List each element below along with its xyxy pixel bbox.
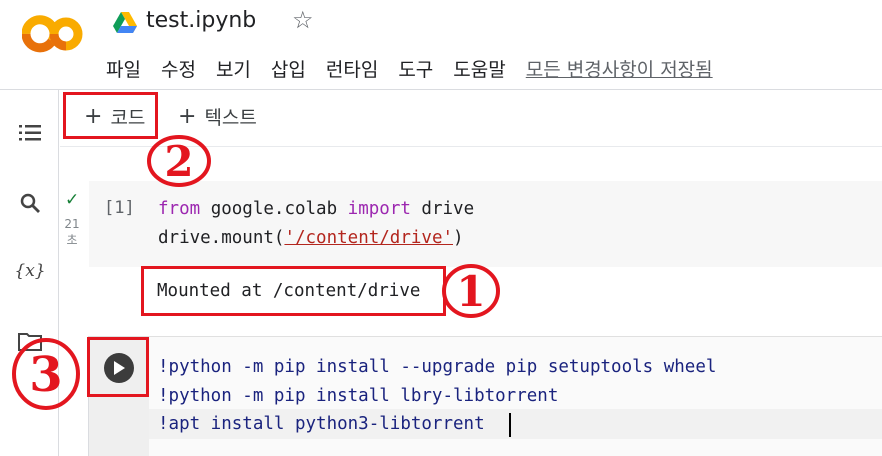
annotation-box-output	[141, 266, 446, 316]
keyword-from: from	[158, 199, 201, 219]
search-icon[interactable]	[17, 190, 43, 216]
cell2-code-line-2[interactable]: !python -m pip install lbry-libtorrent	[158, 382, 558, 411]
text-cursor	[509, 413, 511, 437]
variables-icon[interactable]: {x}	[14, 258, 45, 284]
star-icon[interactable]: ☆	[292, 6, 314, 34]
menu-help[interactable]: 도움말	[453, 55, 505, 81]
cell1-code-line-1[interactable]: from google.colab import drive	[158, 195, 474, 224]
header-divider	[0, 89, 882, 90]
annotation-box-add-code	[63, 92, 158, 139]
annotation-number-1: 1	[442, 264, 500, 318]
import-name: drive	[410, 199, 475, 219]
annotation-label-1: 1	[456, 267, 485, 316]
call-suffix: )	[453, 228, 464, 248]
annotation-box-run	[87, 337, 149, 397]
annotation-number-3: 3	[12, 338, 80, 410]
cell2-code-line-3[interactable]: !apt install python3-libtorrent	[158, 410, 485, 439]
keyword-import: import	[347, 199, 411, 219]
add-text-button[interactable]: + 텍스트	[178, 100, 257, 132]
plus-icon: +	[178, 103, 197, 129]
annotation-number-2: 2	[147, 135, 211, 187]
table-of-contents-icon[interactable]	[17, 120, 43, 146]
menu-view[interactable]: 보기	[216, 55, 251, 81]
execution-time-value: 21	[64, 217, 80, 231]
cell2-code-line-1[interactable]: !python -m pip install --upgrade pip set…	[158, 353, 716, 382]
execution-time: 21 초	[63, 216, 81, 248]
menu-file[interactable]: 파일	[106, 55, 141, 81]
cell1-code-line-2[interactable]: drive.mount('/content/drive')	[158, 224, 464, 253]
colab-logo[interactable]	[21, 14, 84, 54]
menu-bar: 파일 수정 보기 삽입 런타임 도구 도움말 모든 변경사항이 저장됨	[106, 55, 713, 81]
menu-edit[interactable]: 수정	[161, 55, 196, 81]
execution-count: [1]	[104, 198, 135, 218]
add-text-label: 텍스트	[204, 106, 257, 129]
module-name: google.colab	[200, 199, 348, 219]
menu-insert[interactable]: 삽입	[271, 55, 306, 81]
success-check-icon: ✓	[65, 190, 80, 210]
string-literal: '/content/drive'	[284, 228, 454, 248]
save-status-link[interactable]: 모든 변경사항이 저장됨	[526, 55, 713, 81]
annotation-label-3: 3	[29, 347, 62, 403]
menu-tools[interactable]: 도구	[398, 55, 433, 81]
execution-time-unit: 초	[66, 233, 78, 247]
menu-runtime[interactable]: 런타임	[326, 55, 378, 81]
google-drive-icon[interactable]	[113, 12, 137, 33]
annotation-label-2: 2	[164, 137, 193, 186]
notebook-title[interactable]: test.ipynb	[146, 8, 256, 33]
call-prefix: drive.mount(	[158, 228, 285, 248]
